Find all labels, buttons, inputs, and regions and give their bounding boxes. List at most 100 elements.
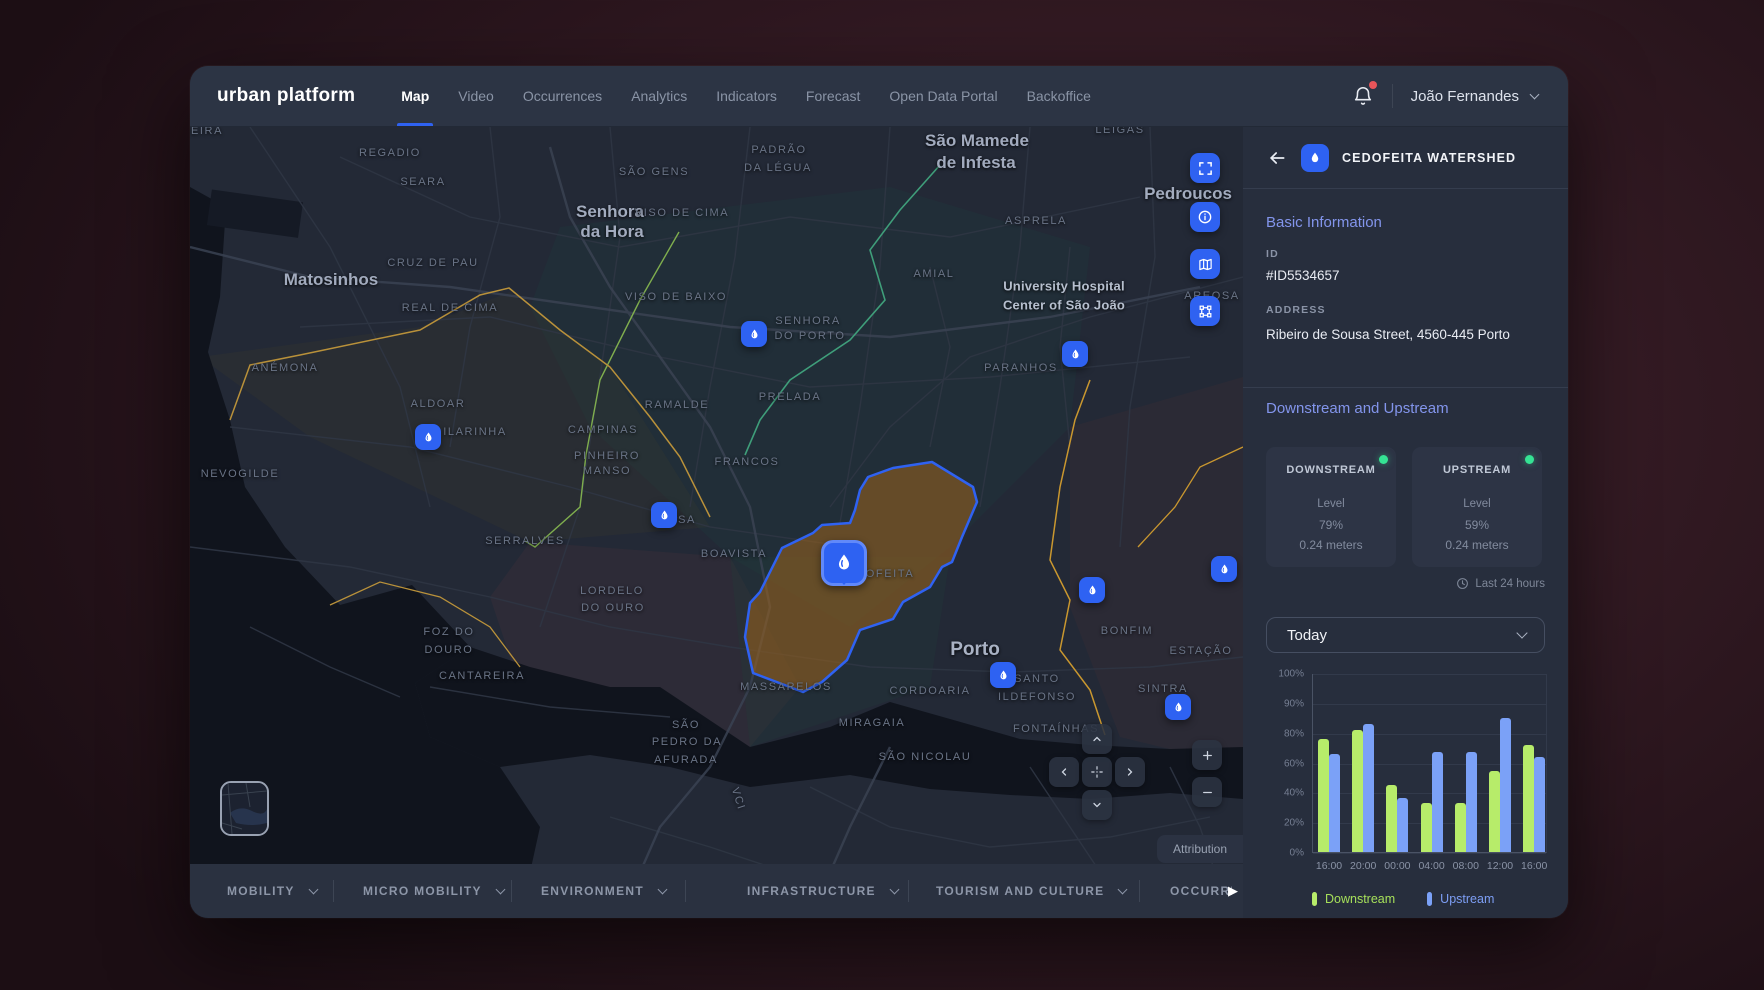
legend-label: Downstream	[1325, 892, 1395, 906]
id-value: #ID5534657	[1266, 268, 1340, 283]
frame-select-button[interactable]	[1190, 296, 1220, 326]
category-environment[interactable]: ENVIRONMENT	[541, 864, 666, 918]
category-mobility[interactable]: MOBILITY	[227, 864, 317, 918]
chart-plot-area: 100%90%80%60%40%20%0%16:0020:0000:0004:0…	[1312, 674, 1547, 853]
level-label: Level	[1412, 498, 1542, 510]
footer-divider	[908, 880, 909, 902]
water-sensor-marker[interactable]	[990, 662, 1016, 688]
chevron-down-icon	[1516, 627, 1527, 638]
x-axis-tick-label: 20:00	[1350, 860, 1376, 872]
chart-gridline	[1313, 704, 1546, 705]
watershed-icon	[1301, 144, 1329, 172]
address-label: ADDRESS	[1266, 304, 1326, 316]
water-sensor-marker[interactable]	[1211, 556, 1237, 582]
attribution-button[interactable]: Attribution	[1157, 835, 1243, 863]
layers-map-button[interactable]	[1190, 249, 1220, 279]
attribution-label: Attribution	[1173, 842, 1227, 856]
y-axis-tick-label: 60%	[1284, 758, 1304, 769]
pan-center-button[interactable]	[1082, 757, 1112, 787]
meters-value: 0.24 meters	[1266, 538, 1396, 552]
streams-title: Downstream and Upstream	[1266, 400, 1449, 417]
y-axis-tick-label: 90%	[1284, 698, 1304, 709]
downstream-bar	[1421, 803, 1432, 852]
category-label: OCCURRENCES	[1170, 884, 1232, 898]
chevron-down-icon	[658, 884, 668, 894]
nav-item-open-data-portal[interactable]: Open Data Portal	[889, 66, 997, 126]
chart-gridline	[1313, 853, 1546, 854]
water-sensor-marker[interactable]	[1165, 694, 1191, 720]
period-label: Last 24 hours	[1475, 578, 1545, 590]
id-label: ID	[1266, 248, 1279, 260]
downstream-bar	[1455, 803, 1466, 852]
chevron-down-icon	[889, 884, 899, 894]
water-sensor-marker[interactable]	[1062, 341, 1088, 367]
water-sensor-marker[interactable]	[651, 502, 677, 528]
pan-left-button[interactable]	[1049, 757, 1079, 787]
y-axis-tick-label: 80%	[1284, 728, 1304, 739]
notification-dot	[1369, 81, 1377, 89]
pan-up-button[interactable]	[1082, 724, 1112, 754]
legend-item-downstream: Downstream	[1312, 892, 1395, 906]
category-tourism-and-culture[interactable]: TOURISM AND CULTURE	[936, 864, 1126, 918]
nav-item-backoffice[interactable]: Backoffice	[1027, 66, 1091, 126]
app-logo: urban platform	[217, 85, 355, 107]
category-label: MOBILITY	[227, 884, 295, 898]
minimap[interactable]	[220, 781, 269, 836]
notifications-bell-icon[interactable]	[1352, 85, 1374, 107]
nav-item-video[interactable]: Video	[458, 66, 494, 126]
downstream-bar	[1352, 730, 1363, 852]
legend-swatch	[1312, 892, 1317, 906]
downstream-bar	[1318, 739, 1329, 852]
downstream-bar	[1386, 785, 1397, 852]
upstream-card: UPSTREAM Level 59% 0.24 meters	[1412, 447, 1542, 567]
zoom-out-button[interactable]	[1192, 777, 1222, 807]
zoom-in-button[interactable]	[1192, 740, 1222, 770]
info-button[interactable]	[1190, 202, 1220, 232]
nav-right: João Fernandes	[1352, 84, 1538, 108]
water-sensor-marker[interactable]	[741, 321, 767, 347]
status-online-dot	[1525, 455, 1534, 464]
downstream-bar	[1489, 771, 1500, 852]
nav-item-occurrences[interactable]: Occurrences	[523, 66, 602, 126]
category-label: ENVIRONMENT	[541, 884, 644, 898]
x-axis-tick-label: 16:00	[1316, 860, 1342, 872]
nav-item-map[interactable]: Map	[401, 66, 429, 126]
levels-bar-chart: 100%90%80%60%40%20%0%16:0020:0000:0004:0…	[1243, 667, 1568, 918]
y-axis-tick-label: 40%	[1284, 788, 1304, 799]
downstream-card: DOWNSTREAM Level 79% 0.24 meters	[1266, 447, 1396, 567]
app-window: urban platform Map Video Occurrences Analyt…	[190, 66, 1568, 918]
y-axis-tick-label: 20%	[1284, 818, 1304, 829]
upstream-bar	[1432, 752, 1443, 852]
nav-item-forecast[interactable]: Forecast	[806, 66, 860, 126]
map-canvas[interactable]: EIRALEIGASREGADIOSEARASÃO GENSPADRÃODA L…	[190, 127, 1243, 918]
chevron-down-icon	[1530, 89, 1540, 99]
detail-panel: CEDOFEITA WATERSHED Basic Information ID…	[1243, 127, 1568, 918]
pan-right-button[interactable]	[1115, 757, 1145, 787]
nav-item-indicators[interactable]: Indicators	[716, 66, 777, 126]
fullscreen-button[interactable]	[1190, 153, 1220, 183]
selected-water-marker[interactable]	[821, 540, 867, 586]
footer-divider	[1139, 880, 1140, 902]
scroll-right-icon[interactable]: ▶	[1228, 883, 1238, 899]
x-axis-tick-label: 16:00	[1521, 860, 1547, 872]
category-occurrences[interactable]: OCCURRENCES	[1170, 864, 1232, 918]
category-label: MICRO MOBILITY	[363, 884, 482, 898]
water-sensor-marker[interactable]	[1079, 577, 1105, 603]
category-micro-mobility[interactable]: MICRO MOBILITY	[363, 864, 504, 918]
legend-label: Upstream	[1440, 892, 1494, 906]
time-range-dropdown[interactable]: Today	[1266, 617, 1545, 653]
card-name: DOWNSTREAM	[1266, 464, 1396, 476]
nav-item-analytics[interactable]: Analytics	[631, 66, 687, 126]
chart-gridline	[1313, 734, 1546, 735]
user-menu[interactable]: João Fernandes	[1411, 88, 1538, 105]
pan-down-button[interactable]	[1082, 790, 1112, 820]
water-sensor-marker[interactable]	[415, 424, 441, 450]
period-indicator: Last 24 hours	[1456, 577, 1545, 590]
upstream-bar	[1466, 752, 1477, 852]
category-infrastructure[interactable]: INFRASTRUCTURE	[747, 864, 898, 918]
x-axis-tick-label: 12:00	[1487, 860, 1513, 872]
back-button[interactable]	[1265, 146, 1289, 170]
divider	[1243, 387, 1568, 388]
legend-item-upstream: Upstream	[1427, 892, 1494, 906]
panel-header: CEDOFEITA WATERSHED	[1243, 127, 1568, 188]
